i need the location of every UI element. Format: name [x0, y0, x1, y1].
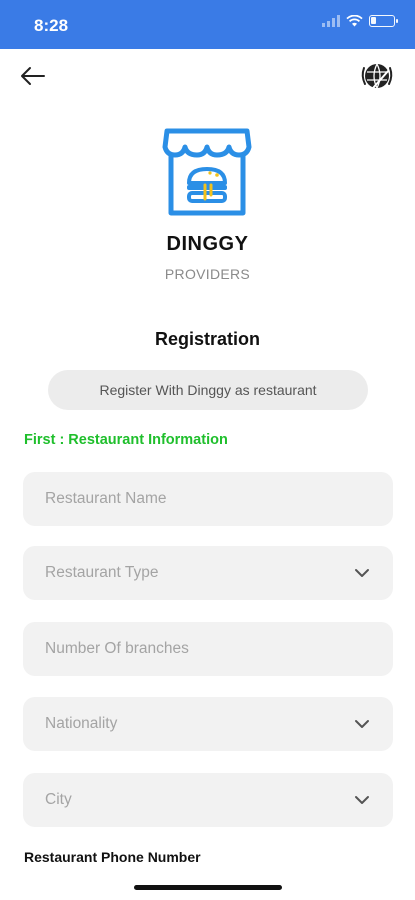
branches-field[interactable]	[23, 622, 393, 676]
restaurant-name-field[interactable]	[23, 472, 393, 526]
chevron-down-icon	[355, 720, 369, 728]
step-label: First : Restaurant Information	[24, 432, 228, 448]
status-bar: 8:28	[0, 0, 415, 49]
globe-language-icon	[361, 63, 393, 89]
status-icons	[322, 15, 398, 27]
battery-icon	[369, 15, 398, 27]
signal-icon	[322, 15, 340, 27]
back-arrow-icon	[21, 67, 45, 85]
page-title: Registration	[154, 329, 260, 349]
restaurant-store-logo-icon	[161, 125, 253, 219]
city-select[interactable]: City	[23, 773, 393, 827]
restaurant-type-select[interactable]: Restaurant Type	[23, 546, 393, 600]
brand-title: DINGGY	[166, 233, 249, 255]
city-placeholder: City	[45, 791, 72, 808]
wifi-icon	[346, 15, 363, 27]
chevron-down-icon	[355, 569, 369, 577]
back-button[interactable]	[16, 60, 48, 92]
phone-number-label: Restaurant Phone Number	[24, 849, 201, 865]
nationality-placeholder: Nationality	[45, 715, 118, 732]
nationality-select[interactable]: Nationality	[23, 697, 393, 751]
top-bar	[0, 56, 415, 96]
restaurant-name-input[interactable]	[45, 490, 371, 508]
register-restaurant-button[interactable]: Register With Dinggy as restaurant	[48, 370, 368, 410]
branches-input[interactable]	[45, 640, 371, 658]
home-indicator	[134, 885, 282, 890]
brand-subtitle: PROVIDERS	[164, 266, 251, 282]
restaurant-type-placeholder: Restaurant Type	[45, 564, 159, 581]
language-button[interactable]	[359, 58, 395, 94]
status-time: 8:28	[34, 16, 69, 35]
chevron-down-icon	[355, 796, 369, 804]
